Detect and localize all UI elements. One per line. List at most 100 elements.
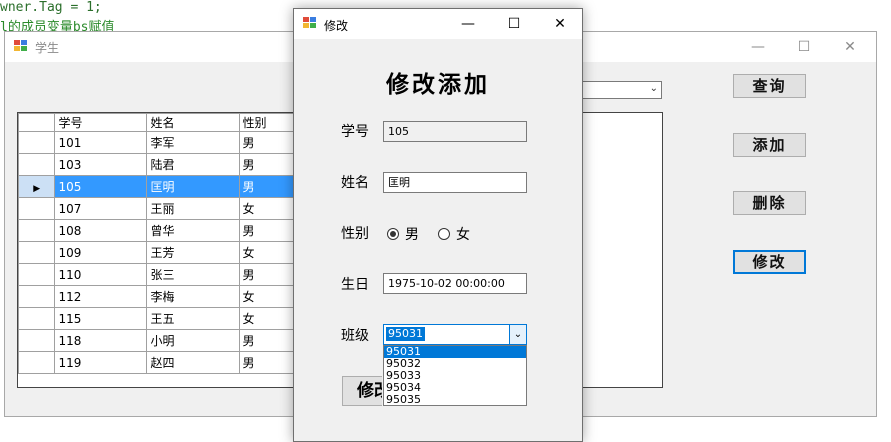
table-row[interactable]: ▶ 105 匡明男 bbox=[18, 175, 296, 198]
gender-female-radio[interactable]: 女 bbox=[438, 224, 470, 244]
dialog-title: 修改 bbox=[324, 19, 349, 33]
row-header-corner bbox=[18, 113, 56, 132]
cell-gender[interactable]: 女 bbox=[238, 197, 296, 220]
row-header[interactable] bbox=[18, 307, 56, 330]
cell-id[interactable]: 118 bbox=[54, 329, 148, 352]
cell-id[interactable]: 101 bbox=[54, 131, 148, 154]
minimize-button[interactable]: — bbox=[735, 32, 781, 62]
chevron-down-icon[interactable]: ⌄ bbox=[509, 325, 526, 344]
cell-id[interactable]: 112 bbox=[54, 285, 148, 308]
student-table: 学号 姓名 性别 101 李军男 103 陆君男 ▶ 105 匡明男 107 王丽女 108 曾华男… bbox=[18, 113, 296, 374]
add-button[interactable]: 添加 bbox=[733, 133, 806, 157]
grid-right-area bbox=[582, 112, 663, 388]
row-header[interactable] bbox=[18, 285, 56, 308]
class-combobox[interactable]: 95031 ⌄ bbox=[383, 324, 527, 345]
filter-combobox[interactable]: ⌄ bbox=[580, 81, 662, 99]
student-window-title: 学生 bbox=[35, 41, 60, 55]
cell-gender[interactable]: 女 bbox=[238, 285, 296, 308]
cell-gender[interactable]: 男 bbox=[238, 351, 296, 374]
row-header[interactable] bbox=[18, 131, 56, 154]
gender-male-radio[interactable]: 男 bbox=[387, 224, 419, 244]
row-header[interactable] bbox=[18, 263, 56, 286]
cell-name[interactable]: 小明 bbox=[146, 329, 240, 352]
gender-female-label: 女 bbox=[456, 227, 470, 243]
name-field[interactable]: 匡明 bbox=[383, 172, 527, 193]
row-header[interactable]: ▶ bbox=[18, 175, 56, 198]
table-row[interactable]: 108 曾华男 bbox=[18, 219, 296, 242]
cell-gender[interactable]: 女 bbox=[238, 241, 296, 264]
edit-dialog: 修改 — ☐ ✕ 修改添加 学号 105 姓名 匡明 性别 男 女 生日 197… bbox=[293, 8, 583, 442]
cell-name[interactable]: 王丽 bbox=[146, 197, 240, 220]
row-header[interactable] bbox=[18, 351, 56, 374]
table-row[interactable]: 115 王五女 bbox=[18, 307, 296, 330]
cell-id[interactable]: 108 bbox=[54, 219, 148, 242]
query-button[interactable]: 查询 bbox=[733, 74, 806, 98]
maximize-button[interactable]: ☐ bbox=[781, 32, 827, 62]
name-label: 姓名 bbox=[341, 175, 369, 191]
app-icon bbox=[14, 40, 27, 51]
edit-button[interactable]: 修改 bbox=[733, 250, 806, 274]
radio-unchecked-icon bbox=[438, 228, 450, 240]
row-header[interactable] bbox=[18, 241, 56, 264]
column-header-gender[interactable]: 性别 bbox=[238, 113, 296, 132]
dialog-submit-button[interactable]: 修改 bbox=[342, 376, 382, 406]
cell-gender[interactable]: 男 bbox=[238, 131, 296, 154]
gender-male-label: 男 bbox=[405, 227, 419, 243]
cell-gender[interactable]: 男 bbox=[238, 219, 296, 242]
delete-button[interactable]: 删除 bbox=[733, 191, 806, 215]
cell-gender[interactable]: 男 bbox=[238, 263, 296, 286]
chevron-down-icon: ⌄ bbox=[649, 83, 658, 94]
row-header[interactable] bbox=[18, 219, 56, 242]
row-header[interactable] bbox=[18, 329, 56, 352]
cell-name[interactable]: 赵四 bbox=[146, 351, 240, 374]
dialog-minimize-button[interactable]: — bbox=[445, 9, 491, 39]
student-grid[interactable]: 学号 姓名 性别 101 李军男 103 陆君男 ▶ 105 匡明男 107 王丽女 108 曾华男… bbox=[17, 112, 297, 388]
code-line-1: wner.Tag = 1; bbox=[0, 0, 102, 15]
class-dropdown-list[interactable]: 95031 95032 95033 95034 95035 bbox=[383, 345, 527, 406]
column-header-name[interactable]: 姓名 bbox=[146, 113, 240, 132]
cell-gender[interactable]: 男 bbox=[238, 153, 296, 176]
table-row[interactable]: 107 王丽女 bbox=[18, 197, 296, 220]
radio-checked-icon bbox=[387, 228, 399, 240]
cell-gender[interactable]: 男 bbox=[238, 329, 296, 352]
cell-id[interactable]: 109 bbox=[54, 241, 148, 264]
id-field[interactable]: 105 bbox=[383, 121, 527, 142]
cell-gender[interactable]: 男 bbox=[238, 175, 296, 198]
cell-gender[interactable]: 女 bbox=[238, 307, 296, 330]
column-header-id[interactable]: 学号 bbox=[54, 113, 148, 132]
gender-label: 性别 bbox=[341, 226, 369, 242]
cell-id[interactable]: 115 bbox=[54, 307, 148, 330]
close-button[interactable]: ✕ bbox=[827, 32, 873, 62]
class-label: 班级 bbox=[341, 328, 369, 344]
table-row[interactable]: 101 李军男 bbox=[18, 131, 296, 154]
dialog-maximize-button[interactable]: ☐ bbox=[491, 9, 537, 39]
cell-name[interactable]: 王芳 bbox=[146, 241, 240, 264]
birthday-label: 生日 bbox=[341, 277, 369, 293]
cell-name[interactable]: 匡明 bbox=[146, 175, 240, 198]
cell-id[interactable]: 119 bbox=[54, 351, 148, 374]
class-combobox-value: 95031 bbox=[386, 327, 425, 341]
table-row[interactable]: 110 张三男 bbox=[18, 263, 296, 286]
row-header[interactable] bbox=[18, 153, 56, 176]
cell-name[interactable]: 张三 bbox=[146, 263, 240, 286]
cell-name[interactable]: 王五 bbox=[146, 307, 240, 330]
row-header[interactable] bbox=[18, 197, 56, 220]
cell-id[interactable]: 103 bbox=[54, 153, 148, 176]
dialog-titlebar[interactable]: 修改 — ☐ ✕ bbox=[294, 9, 582, 39]
cell-id[interactable]: 105 bbox=[54, 175, 148, 198]
cell-name[interactable]: 李梅 bbox=[146, 285, 240, 308]
class-option[interactable]: 95035 bbox=[384, 394, 526, 406]
cell-name[interactable]: 陆君 bbox=[146, 153, 240, 176]
cell-name[interactable]: 李军 bbox=[146, 131, 240, 154]
table-row[interactable]: 109 王芳女 bbox=[18, 241, 296, 264]
table-row[interactable]: 112 李梅女 bbox=[18, 285, 296, 308]
table-row[interactable]: 103 陆君男 bbox=[18, 153, 296, 176]
cell-id[interactable]: 110 bbox=[54, 263, 148, 286]
birthday-field[interactable]: 1975-10-02 00:00:00 bbox=[383, 273, 527, 294]
table-row[interactable]: 118 小明男 bbox=[18, 329, 296, 352]
cell-name[interactable]: 曾华 bbox=[146, 219, 240, 242]
id-label: 学号 bbox=[341, 124, 369, 140]
table-row[interactable]: 119 赵四男 bbox=[18, 351, 296, 374]
cell-id[interactable]: 107 bbox=[54, 197, 148, 220]
dialog-close-button[interactable]: ✕ bbox=[537, 9, 583, 39]
